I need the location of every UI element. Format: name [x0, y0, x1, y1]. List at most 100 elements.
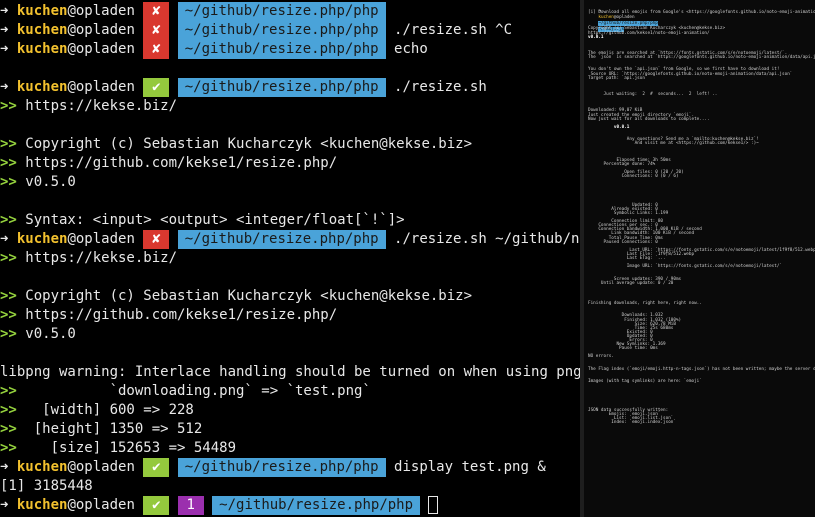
status-ok-icon: ✔ — [143, 458, 170, 477]
prompt-user: kuchen — [16, 459, 68, 475]
output-marker: >> — [0, 155, 17, 171]
output-line: libpng warning: Interlace handling shoul… — [0, 363, 580, 382]
prompt-arrow-icon: ➜ — [0, 231, 17, 247]
status-fail-icon: ✘ — [143, 2, 170, 21]
side-output-line: Just waiting: 2 # seconds... 2 left! .. — [588, 92, 718, 97]
side-output-line: Finishing downloads, right here, right n… — [588, 301, 702, 307]
output-marker: >> — [0, 326, 17, 342]
prompt-arrow-icon: ➜ — [0, 459, 17, 475]
prompt-user: kuchen — [16, 79, 68, 95]
output-marker: >> — [0, 402, 17, 418]
status-fail-icon: ✘ — [143, 230, 170, 249]
output-text: `downloading.png` => `test.png` — [16, 383, 371, 399]
side-output-line: [i] Download all emojis from Google's <h… — [588, 10, 815, 15]
output-text: Copyright (c) Sebastian Kucharczyk <kuch… — [16, 288, 473, 304]
prompt-directory: ~/github/resize.php/php — [177, 458, 386, 477]
output-text: https://github.com/kekse1/resize.php/ — [16, 155, 338, 171]
prompt-line: ➜ kuchen@opladen ✘ ~/github/resize.php/p… — [0, 40, 428, 59]
prompt-arrow-icon: ➜ — [0, 41, 17, 57]
prompt-arrow-icon: ➜ — [0, 79, 17, 95]
output-marker: >> — [0, 136, 17, 152]
output-text: libpng warning: Interlace handling shoul… — [0, 364, 580, 380]
side-prompt-line: ➜ kuchen@opladen ~/github/resize.php/php… — [588, 3, 658, 32]
output-line: >> Syntax: <input> <output> <integer/flo… — [0, 211, 405, 230]
terminal-main[interactable]: ➜ kuchen@opladen ✘ ~/github/resize.php/p… — [0, 0, 580, 517]
output-text: v0.5.0 — [16, 326, 76, 342]
command-text: echo — [385, 41, 428, 57]
output-line: >> Copyright (c) Sebastian Kucharczyk <k… — [0, 135, 472, 154]
prompt-arrow-icon: ➜ — [0, 22, 17, 38]
output-text: v0.5.0 — [16, 174, 76, 190]
side-output-line: Images (with tag symlinks) are here: `em… — [588, 379, 702, 384]
prompt-directory: ~/github/resize.php/php — [212, 496, 421, 515]
prompt-user: kuchen — [16, 497, 68, 513]
status-ok-icon: ✔ — [143, 496, 170, 515]
prompt-directory: ~/github/resize.php/php — [177, 78, 386, 97]
prompt-host: @opladen — [67, 22, 144, 38]
prompt-host: @opladen — [67, 3, 144, 19]
output-marker: >> — [0, 440, 17, 456]
prompt-host: @opladen — [67, 459, 144, 475]
prompt-host: @opladen — [67, 231, 144, 247]
prompt-line: ➜ kuchen@opladen ✔ ~/github/resize.php/p… — [0, 78, 487, 97]
side-output-line: NO errors. — [588, 354, 614, 360]
output-line: >> `downloading.png` => `test.png` — [0, 382, 371, 401]
output-text: Syntax: <input> <output> <integer/float[… — [16, 212, 405, 228]
jobs-badge: 1 — [177, 496, 204, 515]
output-line: >> https://kekse.biz/ — [0, 97, 177, 116]
prompt-directory: ~/github/resize.php/php — [177, 230, 386, 249]
output-text: https://github.com/kekse1/resize.php/ — [16, 307, 338, 323]
output-line: >> Copyright (c) Sebastian Kucharczyk <k… — [0, 287, 472, 306]
side-output-line: Last ETag: `...` — [588, 256, 669, 261]
command-text: ./resize.sh ^C — [385, 22, 513, 38]
prompt-arrow-icon: ➜ — [0, 3, 17, 19]
output-line: >> [width] 600 => 228 — [0, 401, 194, 420]
side-output-line: https://github.com/kekse1/noto-emoji-ani… — [588, 30, 710, 36]
prompt-directory: ~/github/resize.php/php — [177, 21, 386, 40]
side-output-line: Now just wait for all downloads to compl… — [588, 116, 710, 122]
output-text: [width] 600 => 228 — [16, 402, 194, 418]
output-marker: >> — [0, 421, 17, 437]
output-line: >> https://github.com/kekse1/resize.php/ — [0, 306, 337, 325]
terminal-side-window[interactable]: ➜ kuchen@opladen ~/github/resize.php/php… — [580, 0, 815, 517]
output-text: [1] 3185448 — [0, 478, 93, 494]
prompt-host: @opladen — [67, 497, 144, 513]
prompt-arrow-icon: ➜ — [0, 497, 17, 513]
status-fail-icon: ✘ — [143, 40, 170, 59]
side-output-line: The `json` is searched at `https://googl… — [588, 55, 815, 61]
output-marker: >> — [0, 307, 17, 323]
output-line: >> v0.5.0 — [0, 173, 76, 192]
side-output-line: Index: `emoji.index.json` — [588, 420, 676, 425]
side-output-line: v0.0.1 — [588, 34, 604, 40]
output-marker: >> — [0, 250, 17, 266]
output-line: >> v0.5.0 — [0, 325, 76, 344]
prompt-user: kuchen — [16, 22, 68, 38]
terminal-cursor[interactable] — [428, 496, 439, 514]
side-output-line: Symbolic Links: 1.199 — [588, 210, 669, 216]
command-text: ./resize.sh ~/github/notding.png test.pn… — [394, 231, 580, 247]
side-output-line: And visit me at <https://github.com/keks… — [588, 141, 759, 147]
prompt-line: ➜ kuchen@opladen ✘ ~/github/resize.php/p… — [0, 2, 386, 21]
side-output-line: Connections: 0 (0 / 6) — [588, 174, 679, 179]
output-marker: >> — [0, 98, 17, 114]
output-text: [size] 152653 => 54489 — [16, 440, 237, 456]
output-marker: >> — [0, 288, 17, 304]
side-output-line: Until average update: 0 / 20 — [588, 280, 674, 286]
output-marker: >> — [0, 212, 17, 228]
prompt-user: kuchen — [16, 231, 68, 247]
prompt-directory: ~/github/resize.php/php — [177, 2, 386, 21]
status-ok-icon: ✔ — [143, 78, 170, 97]
prompt-line: ➜ kuchen@opladen ✘ ~/github/resize.php/p… — [0, 230, 580, 249]
output-text: Copyright (c) Sebastian Kucharczyk <kuch… — [16, 136, 473, 152]
command-text: ./resize.sh — [385, 79, 487, 95]
side-output-line: Target path: `api.json` — [588, 75, 648, 81]
output-marker: >> — [0, 383, 17, 399]
prompt-line: ➜ kuchen@opladen ✔ 1 ~/github/resize.php… — [0, 496, 439, 515]
output-line: >> [size] 152653 => 54489 — [0, 439, 236, 458]
side-output-line: Paused Connections: 0 — [588, 239, 658, 245]
prompt-user: kuchen — [16, 3, 68, 19]
output-text: [height] 1350 => 512 — [16, 421, 203, 437]
prompt-host: @opladen — [67, 79, 144, 95]
command-text: display test.png & — [385, 459, 546, 475]
prompt-line: ➜ kuchen@opladen ✔ ~/github/resize.php/p… — [0, 458, 546, 477]
